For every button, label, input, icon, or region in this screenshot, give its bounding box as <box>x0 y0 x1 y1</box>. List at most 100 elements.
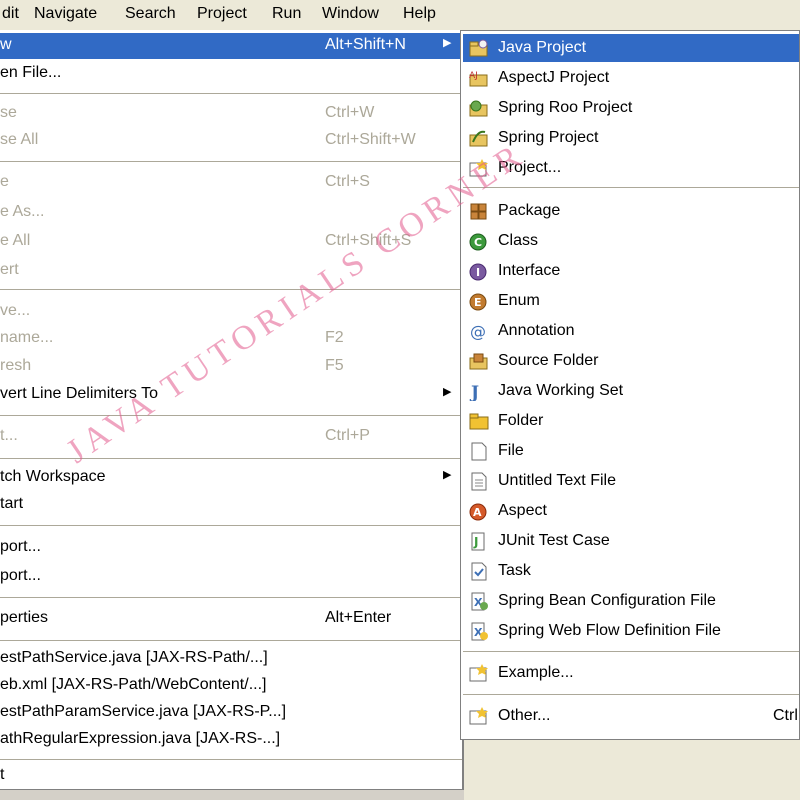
menu-separator <box>463 694 799 695</box>
file-menu-item-import[interactable]: port... <box>0 535 462 561</box>
menu-item-accelerator: F2 <box>325 329 344 346</box>
file-menu-item-recent-file[interactable]: estPathParamService.java [JAX-RS-P...] <box>0 700 462 726</box>
menu-separator <box>0 597 462 598</box>
menu-item-label: File <box>498 442 524 459</box>
svg-text:E: E <box>474 296 482 309</box>
spring-project-icon <box>468 128 490 148</box>
submenu-item-spring-roo-project[interactable]: Spring Roo Project <box>463 94 799 122</box>
menu-item-label: tart <box>0 495 24 512</box>
file-menu-item-restart[interactable]: tart <box>0 492 462 518</box>
file-menu-item-convert-line-delimiters[interactable]: vert Line Delimiters To ▶ <box>0 382 462 408</box>
submenu-item-example[interactable]: Example... <box>463 659 799 687</box>
menu-separator <box>0 759 462 760</box>
menu-item-label: Java Working Set <box>498 382 624 399</box>
menu-item-label: Folder <box>498 412 544 429</box>
submenu-item-package[interactable]: Package <box>463 197 799 225</box>
menu-item-label: port... <box>0 567 41 584</box>
menu-item-label: estPathService.java [JAX-RS-Path/...] <box>0 649 268 666</box>
menu-item-accelerator: F5 <box>325 357 344 374</box>
menu-separator <box>0 640 462 641</box>
submenu-item-java-working-set[interactable]: J Java Working Set <box>463 377 799 405</box>
menu-item-accelerator: Ctrl+W <box>325 104 375 121</box>
submenu-item-interface[interactable]: I Interface <box>463 257 799 285</box>
task-icon <box>468 561 490 581</box>
file-menu-item-open-file[interactable]: en File... <box>0 61 462 87</box>
menu-item-accelerator: Ctrl+S <box>325 173 370 190</box>
file-menu-item-recent-file[interactable]: eb.xml [JAX-RS-Path/WebContent/...] <box>0 673 462 699</box>
file-menu-item-exit[interactable]: t <box>0 763 462 789</box>
spring-webflow-icon: X <box>468 621 490 641</box>
menu-item-label: Untitled Text File <box>498 472 616 489</box>
file-menu-item-save-all[interactable]: e All Ctrl+Shift+S <box>0 229 462 255</box>
submenu-item-aspect[interactable]: A Aspect <box>463 497 799 525</box>
source-folder-icon <box>468 351 490 371</box>
file-menu-item-close[interactable]: se Ctrl+W <box>0 101 462 127</box>
menu-item-label: Spring Web Flow Definition File <box>498 622 721 639</box>
submenu-item-class[interactable]: C Class <box>463 227 799 255</box>
menu-window[interactable]: Window <box>322 4 379 24</box>
menu-project[interactable]: Project <box>197 4 247 24</box>
folder-icon <box>468 411 490 431</box>
file-menu-item-recent-file[interactable]: athRegularExpression.java [JAX-RS-...] <box>0 727 462 753</box>
menu-item-label: Aspect <box>498 502 547 519</box>
menu-item-label: JUnit Test Case <box>498 532 610 549</box>
submenu-item-enum[interactable]: E Enum <box>463 287 799 315</box>
file-menu-item-save-as[interactable]: e As... <box>0 200 462 226</box>
submenu-item-source-folder[interactable]: Source Folder <box>463 347 799 375</box>
file-menu-item-revert[interactable]: ert <box>0 258 462 284</box>
menu-search[interactable]: Search <box>125 4 176 24</box>
submenu-item-spring-bean-configuration-file[interactable]: X Spring Bean Configuration File <box>463 587 799 615</box>
enum-icon: E <box>468 291 490 311</box>
aspectj-project-icon: AJ <box>468 68 490 88</box>
menu-separator <box>0 289 462 290</box>
file-menu-item-new[interactable]: w Alt+Shift+N ▶ <box>0 33 462 59</box>
file-menu: w Alt+Shift+N ▶ en File... se Ctrl+W se … <box>0 30 464 790</box>
menu-edit[interactable]: dit <box>2 4 19 24</box>
menu-item-label: w <box>0 36 12 53</box>
submenu-item-file[interactable]: File <box>463 437 799 465</box>
submenu-item-folder[interactable]: Folder <box>463 407 799 435</box>
menu-item-label: Interface <box>498 262 561 279</box>
submenu-arrow-icon: ▶ <box>443 37 452 49</box>
file-menu-item-properties[interactable]: perties Alt+Enter <box>0 606 462 632</box>
file-menu-item-rename[interactable]: name... F2 <box>0 326 462 352</box>
file-menu-item-export[interactable]: port... <box>0 564 462 590</box>
menu-item-label: vert Line Delimiters To <box>0 385 158 402</box>
submenu-item-spring-web-flow-definition-file[interactable]: X Spring Web Flow Definition File <box>463 617 799 645</box>
spring-bean-icon: X <box>468 591 490 611</box>
submenu-item-untitled-text-file[interactable]: Untitled Text File <box>463 467 799 495</box>
file-menu-item-print[interactable]: t... Ctrl+P <box>0 424 462 450</box>
svg-text:I: I <box>476 266 480 279</box>
submenu-item-spring-project[interactable]: Spring Project <box>463 124 799 152</box>
java-project-icon <box>468 38 490 58</box>
submenu-item-aspectj-project[interactable]: AJ AspectJ Project <box>463 64 799 92</box>
menu-item-label: estPathParamService.java [JAX-RS-P...] <box>0 703 287 720</box>
svg-text:AJ: AJ <box>469 71 478 81</box>
submenu-item-annotation[interactable]: @ Annotation <box>463 317 799 345</box>
menu-item-label: Package <box>498 202 561 219</box>
submenu-item-junit-test-case[interactable]: J JUnit Test Case <box>463 527 799 555</box>
menu-run[interactable]: Run <box>272 4 301 24</box>
menu-item-label: Source Folder <box>498 352 599 369</box>
file-menu-item-refresh[interactable]: resh F5 <box>0 354 462 380</box>
file-menu-item-move[interactable]: ve... <box>0 299 462 325</box>
submenu-item-project[interactable]: Project... <box>463 154 799 182</box>
svg-text:@: @ <box>470 322 486 341</box>
file-menu-item-close-all[interactable]: se All Ctrl+Shift+W <box>0 128 462 154</box>
menu-item-label: Example... <box>498 664 574 681</box>
menu-item-label: Annotation <box>498 322 575 339</box>
menu-item-label: e As... <box>0 203 45 220</box>
file-menu-item-recent-file[interactable]: estPathService.java [JAX-RS-Path/...] <box>0 646 462 672</box>
menu-item-label: AspectJ Project <box>498 69 610 86</box>
menu-navigate[interactable]: Navigate <box>34 4 97 24</box>
file-menu-item-save[interactable]: e Ctrl+S <box>0 170 462 196</box>
menu-item-label: Spring Roo Project <box>498 99 633 116</box>
submenu-item-task[interactable]: Task <box>463 557 799 585</box>
menu-help[interactable]: Help <box>403 4 436 24</box>
submenu-item-other[interactable]: Other... Ctrl <box>463 702 799 730</box>
project-icon <box>468 158 490 178</box>
submenu-item-java-project[interactable]: Java Project <box>463 34 799 62</box>
menu-separator <box>463 187 799 188</box>
file-menu-item-switch-workspace[interactable]: tch Workspace ▶ <box>0 465 462 491</box>
menu-separator <box>0 93 462 94</box>
